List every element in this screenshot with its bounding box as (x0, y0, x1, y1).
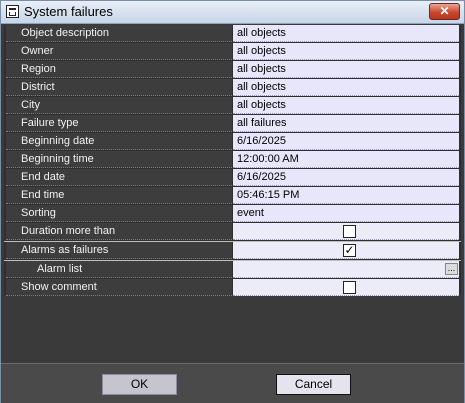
property-value[interactable]: all objects (233, 25, 459, 42)
property-value[interactable]: 6/16/2025 (233, 133, 459, 150)
property-row-sorting[interactable]: Sorting event (4, 205, 461, 223)
property-label: Sorting (6, 205, 232, 222)
property-label: Failure type (6, 115, 232, 132)
property-value[interactable]: event (233, 205, 459, 222)
show-comment-checkbox[interactable] (343, 281, 356, 294)
property-value[interactable]: ... (233, 261, 459, 278)
property-value[interactable] (233, 223, 459, 240)
property-value[interactable]: 05:46:15 PM (233, 187, 459, 204)
window-icon (6, 5, 19, 18)
property-value[interactable]: 6/16/2025 (233, 169, 459, 186)
property-row-alarms-as-failures[interactable]: Alarms as failures ✓ (4, 242, 461, 260)
property-value[interactable] (233, 279, 459, 296)
window-title: System failures (24, 4, 113, 19)
property-value[interactable]: 12:00:00 AM (233, 151, 459, 168)
property-row-end-time[interactable]: End time 05:46:15 PM (4, 187, 461, 205)
property-row-city[interactable]: City all objects (4, 97, 461, 115)
property-label: Alarms as failures (6, 242, 232, 259)
title-bar[interactable]: System failures ✕ (1, 1, 464, 24)
ok-button[interactable]: OK (102, 374, 177, 395)
property-label: End date (6, 169, 232, 186)
property-label: End time (6, 187, 232, 204)
property-grid: Object description all objects Owner all… (4, 25, 461, 297)
property-row-show-comment[interactable]: Show comment (4, 279, 461, 297)
property-row-failure-type[interactable]: Failure type all failures (4, 115, 461, 133)
system-failures-dialog: System failures ✕ Object description all… (0, 0, 465, 403)
property-value[interactable]: all objects (233, 43, 459, 60)
property-label: Owner (6, 43, 232, 60)
property-label: Beginning date (6, 133, 232, 150)
property-label: Alarm list (6, 261, 232, 278)
cancel-button[interactable]: Cancel (276, 374, 351, 395)
property-row-beginning-time[interactable]: Beginning time 12:00:00 AM (4, 151, 461, 169)
duration-more-than-checkbox[interactable] (343, 225, 356, 238)
property-label: Beginning time (6, 151, 232, 168)
property-row-district[interactable]: District all objects (4, 79, 461, 97)
property-row-end-date[interactable]: End date 6/16/2025 (4, 169, 461, 187)
property-row-region[interactable]: Region all objects (4, 61, 461, 79)
close-icon: ✕ (439, 4, 450, 18)
property-value[interactable]: all objects (233, 79, 459, 96)
property-row-object-description[interactable]: Object description all objects (4, 25, 461, 43)
alarm-list-browse-button[interactable]: ... (445, 263, 458, 275)
alarms-as-failures-checkbox[interactable]: ✓ (343, 244, 356, 257)
dialog-footer: OK Cancel (1, 363, 464, 403)
close-button[interactable]: ✕ (429, 3, 460, 20)
property-label: Show comment (6, 279, 232, 296)
property-row-duration-more-than[interactable]: Duration more than (4, 223, 461, 241)
property-label: District (6, 79, 232, 96)
property-row-alarm-list[interactable]: Alarm list ... (4, 261, 461, 279)
property-value[interactable]: all failures (233, 115, 459, 132)
property-value[interactable]: all objects (233, 97, 459, 114)
property-label: Object description (6, 25, 232, 42)
property-label: Duration more than (6, 223, 232, 240)
property-value[interactable]: ✓ (233, 242, 459, 259)
property-label: City (6, 97, 232, 114)
property-label: Region (6, 61, 232, 78)
property-row-beginning-date[interactable]: Beginning date 6/16/2025 (4, 133, 461, 151)
property-row-owner[interactable]: Owner all objects (4, 43, 461, 61)
property-value[interactable]: all objects (233, 61, 459, 78)
